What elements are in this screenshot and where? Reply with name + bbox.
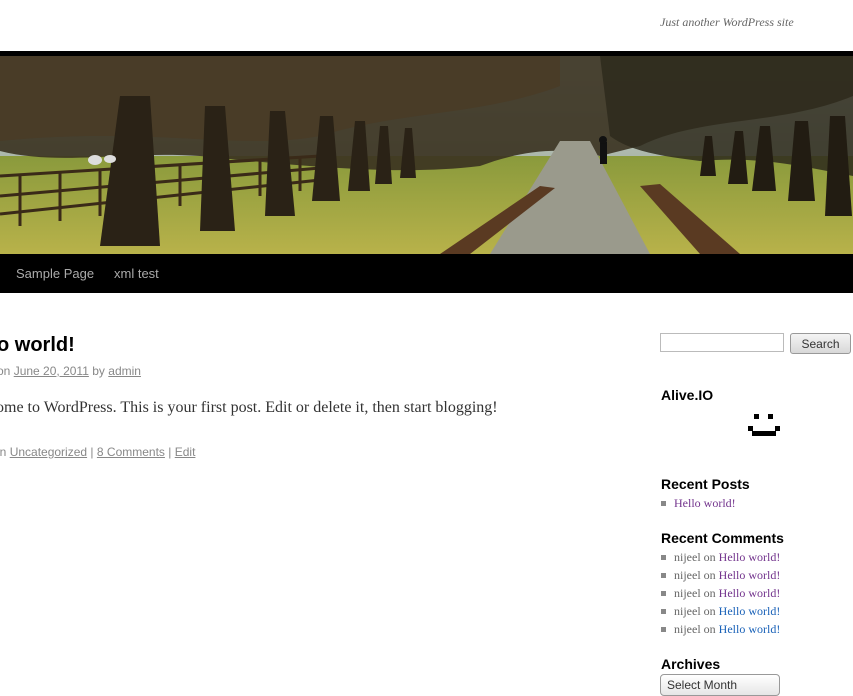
comment-on: on	[703, 622, 716, 636]
separator: |	[168, 445, 172, 459]
post-meta-prefix: on	[0, 364, 11, 378]
post-footer-meta: in Uncategorized | 8 Comments | Edit	[0, 445, 195, 459]
widget-title-archives: Archives	[661, 656, 721, 672]
widget-title-alive: Alive.IO	[661, 387, 714, 403]
site-tagline: Just another WordPress site	[660, 15, 794, 29]
comment-post-link[interactable]: Hello world!	[719, 622, 781, 636]
list-item: nijeel on Hello world!	[661, 620, 780, 638]
comment-author: nijeel	[674, 604, 701, 618]
comment-author: nijeel	[674, 586, 701, 600]
widget-title-recent-posts: Recent Posts	[661, 476, 750, 492]
comment-post-link[interactable]: Hello world!	[719, 586, 781, 600]
post-title[interactable]: o world!	[0, 334, 75, 357]
post-category-link[interactable]: Uncategorized	[10, 445, 87, 459]
post-meta: on June 20, 2011 by admin	[0, 364, 141, 378]
comment-author: nijeel	[674, 550, 701, 564]
smiley-icon	[748, 412, 780, 440]
separator: |	[90, 445, 94, 459]
list-item: Hello world!	[661, 494, 736, 512]
list-item: nijeel on Hello world!	[661, 602, 780, 620]
comment-on: on	[703, 550, 716, 564]
comment-post-link[interactable]: Hello world!	[719, 550, 781, 564]
nav-item-xml-test[interactable]: xml test	[114, 266, 159, 281]
recent-posts-list: Hello world!	[661, 494, 736, 512]
comment-author: nijeel	[674, 622, 701, 636]
widget-title-recent-comments: Recent Comments	[661, 530, 784, 546]
list-item: nijeel on Hello world!	[661, 584, 780, 602]
comment-post-link[interactable]: Hello world!	[719, 604, 781, 618]
comment-on: on	[703, 568, 716, 582]
post-footer-prefix: in	[0, 445, 7, 459]
recent-post-link[interactable]: Hello world!	[674, 496, 736, 510]
post-comments-link[interactable]: 8 Comments	[97, 445, 165, 459]
search-input[interactable]	[660, 333, 784, 352]
post-edit-link[interactable]: Edit	[175, 445, 196, 459]
post-date-link[interactable]: June 20, 2011	[14, 364, 89, 378]
comment-post-link[interactable]: Hello world!	[719, 568, 781, 582]
post-content: ome to WordPress. This is your first pos…	[0, 399, 498, 416]
search-button[interactable]: Search	[790, 333, 851, 354]
recent-comments-list: nijeel on Hello world! nijeel on Hello w…	[661, 548, 780, 638]
header-banner-image	[0, 56, 853, 254]
archives-select[interactable]: Select Month	[660, 674, 780, 696]
comment-on: on	[703, 586, 716, 600]
main-navigation: Sample Page xml test	[0, 254, 853, 293]
nav-item-sample-page[interactable]: Sample Page	[16, 266, 94, 281]
post-meta-by: by	[92, 364, 105, 378]
comment-author: nijeel	[674, 568, 701, 582]
comment-on: on	[703, 604, 716, 618]
list-item: nijeel on Hello world!	[661, 548, 780, 566]
post-author-link[interactable]: admin	[108, 364, 141, 378]
list-item: nijeel on Hello world!	[661, 566, 780, 584]
